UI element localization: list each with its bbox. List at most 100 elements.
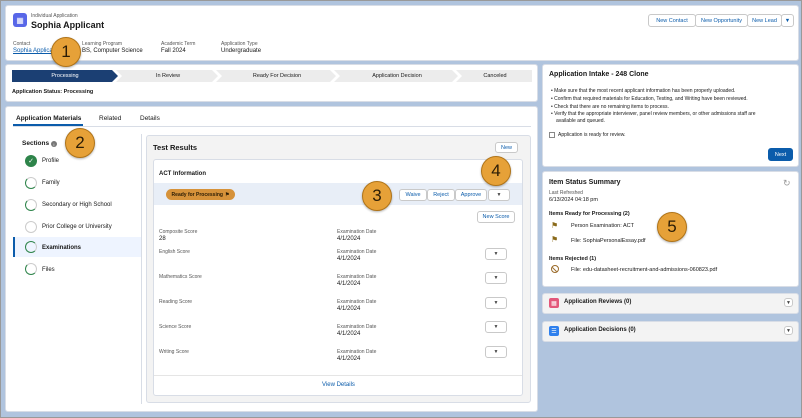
new-score-button[interactable]: New Score [477, 211, 515, 223]
ready-item: File: SophiaPersonalEssay.pdf [571, 238, 646, 244]
intake-title: Application Intake - 248 Clone [549, 71, 649, 78]
refresh-icon[interactable]: ↻ [783, 178, 791, 189]
check-circle-icon: ✓ [25, 155, 37, 167]
tab-application-materials[interactable]: Application Materials [16, 115, 81, 122]
flag-icon: ⚑ [551, 235, 559, 244]
flag-icon: ⚑ [224, 191, 230, 198]
progress-ring-icon [25, 177, 37, 189]
application-status: Application Status: Processing [12, 89, 94, 95]
intake-bullet: • Check that there are no remaining item… [551, 104, 669, 110]
exam-date-label: Examination Date [337, 299, 377, 305]
exam-date-label: Examination Date [337, 349, 377, 355]
intake-bullet-text: Verify that the appropriate interviewer,… [554, 111, 756, 117]
score-label-writing: Writing Score [159, 349, 189, 355]
path-step-processing[interactable]: Processing [12, 70, 118, 82]
last-refreshed-label: Last Refreshed [549, 190, 583, 196]
academic-term-label: Academic Term [161, 41, 196, 47]
approve-button[interactable]: Approve [455, 189, 487, 201]
record-name: Sophia Applicant [31, 20, 105, 30]
new-contact-button[interactable]: New Contact [648, 14, 696, 27]
callout-marker: 2 [65, 128, 95, 158]
score-actions-chevron-icon[interactable]: ▼ [485, 248, 507, 260]
callout-marker: 3 [362, 181, 392, 211]
callout-marker: 5 [657, 212, 687, 242]
exam-date-label: Examination Date [337, 229, 377, 235]
decisions-chevron-icon[interactable]: ▼ [784, 326, 793, 335]
app-frame: ▦ Individual Application Sophia Applican… [0, 0, 802, 418]
reviews-chevron-icon[interactable]: ▼ [784, 298, 793, 307]
empty-circle-icon [25, 221, 37, 233]
status-badge: Ready for Processing ⚑ [166, 189, 235, 200]
last-refreshed-value: 6/13/2024 04:18 pm [549, 197, 598, 203]
section-label-secondary-school: Secondary or High School [42, 202, 112, 208]
application-reviews-title: Application Reviews (0) [564, 299, 632, 305]
intake-bullet-text: Check that there are no remaining items … [554, 104, 669, 110]
row-actions-chevron-icon[interactable]: ▼ [488, 189, 510, 201]
section-label-examinations: Examinations [42, 245, 82, 251]
exam-date-value: 4/1/2024 [337, 236, 361, 242]
exam-date-value: 4/1/2024 [337, 331, 361, 337]
flag-icon: ⚑ [551, 221, 559, 230]
new-test-button[interactable]: New [495, 142, 518, 153]
learning-program-value: BS, Computer Science [82, 48, 143, 54]
intake-bullet-text: Make sure that the most recent applicant… [554, 88, 736, 94]
progress-ring-icon [25, 241, 37, 253]
reject-button[interactable]: Reject [427, 189, 455, 201]
intake-bullet-text: Confirm that required materials for Educ… [554, 96, 748, 102]
record-header: ▦ Individual Application Sophia Applican… [5, 5, 799, 61]
rejected-items-heading: Items Rejected (1) [549, 256, 597, 262]
intake-bullet: • Confirm that required materials for Ed… [551, 96, 748, 102]
tab-divider [13, 126, 531, 127]
item-status-title: Item Status Summary [549, 179, 621, 186]
record-icon: ▦ [13, 13, 27, 27]
sections-title: Sections [22, 140, 50, 147]
view-details-divider [154, 375, 522, 376]
intake-bullet-continued: available and queued. [556, 118, 605, 124]
rejected-item: File: edu-datasheet-recruitment-and-admi… [571, 267, 718, 273]
section-label-profile: Profile [42, 158, 60, 164]
ready-for-review-label: Application is ready for review. [558, 132, 626, 138]
view-details-link[interactable]: View Details [322, 382, 355, 388]
path-step-canceled[interactable]: Canceled [458, 70, 532, 82]
section-label-family: Family [42, 180, 60, 186]
application-type-value: Undergraduate [221, 48, 262, 54]
score-actions-chevron-icon[interactable]: ▼ [485, 272, 507, 284]
exam-date-label: Examination Date [337, 249, 377, 255]
academic-term-value: Fall 2024 [161, 48, 186, 54]
sidebar-divider [141, 134, 142, 404]
next-button[interactable]: Next [768, 148, 793, 161]
tab-details[interactable]: Details [140, 115, 160, 122]
intake-bullet: • Make sure that the most recent applica… [551, 88, 736, 94]
contact-label: Contact [13, 41, 31, 47]
exam-date-value: 4/1/2024 [337, 306, 361, 312]
score-label-english: English Score [159, 249, 190, 255]
info-icon[interactable]: i [51, 141, 57, 147]
test-results-title: Test Results [153, 143, 198, 152]
progress-ring-icon [25, 199, 37, 211]
callout-marker: 1 [51, 37, 81, 67]
score-label-reading: Reading Score [159, 299, 193, 305]
exam-date-label: Examination Date [337, 324, 377, 330]
waive-button[interactable]: Waive [399, 189, 427, 201]
new-lead-button[interactable]: New Lead [747, 14, 782, 27]
score-actions-chevron-icon[interactable]: ▼ [485, 297, 507, 309]
path-step-in-review[interactable]: In Review [118, 70, 218, 82]
more-actions-chevron-icon[interactable]: ▼ [781, 14, 794, 27]
intake-bullet: • Verify that the appropriate interviewe… [551, 111, 756, 117]
score-label-science: Science Score [159, 324, 192, 330]
tab-related[interactable]: Related [99, 115, 121, 122]
section-label-prior-college: Prior College or University [42, 224, 112, 230]
path-step-ready-for-decision[interactable]: Ready For Decision [218, 70, 336, 82]
section-label-files: Files [42, 267, 55, 273]
new-opportunity-button[interactable]: New Opportunity [695, 14, 748, 27]
exam-date-label: Examination Date [337, 274, 377, 280]
score-actions-chevron-icon[interactable]: ▼ [485, 321, 507, 333]
path-step-application-decision[interactable]: Application Decision [336, 70, 458, 82]
callout-marker: 4 [481, 156, 511, 186]
reviews-icon: ▦ [549, 298, 559, 308]
ready-for-review-checkbox[interactable] [549, 132, 555, 138]
composite-score-label: Composite Score [159, 229, 198, 235]
score-actions-chevron-icon[interactable]: ▼ [485, 346, 507, 358]
score-label-mathematics: Mathematics Score [159, 274, 202, 280]
exam-date-value: 4/1/2024 [337, 281, 361, 287]
